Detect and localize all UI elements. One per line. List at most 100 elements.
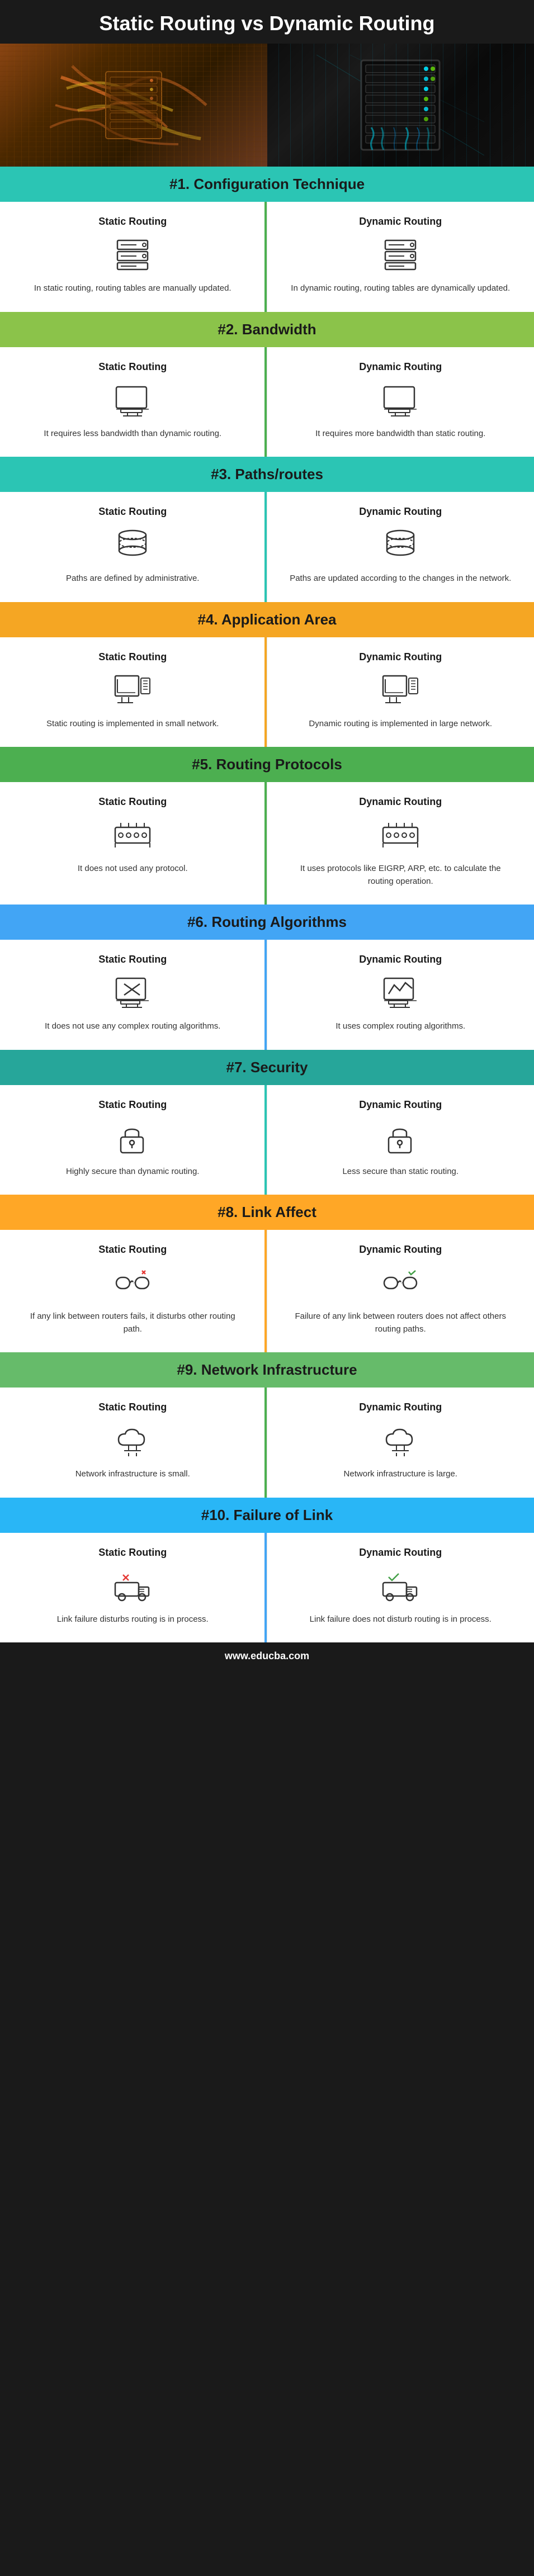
section-title-4: #4. Application Area	[11, 611, 523, 628]
dynamic-icon-5	[378, 816, 423, 855]
static-title-5: Static Routing	[98, 796, 167, 808]
hero-image-right	[267, 44, 534, 167]
static-text-3: Paths are defined by administrative.	[66, 572, 199, 585]
dynamic-text-3: Paths are updated according to the chang…	[290, 572, 511, 585]
comparison-row-5: Static Routing	[0, 782, 534, 905]
dynamic-col-9: Dynamic Routing Network infrastructure i…	[267, 1388, 534, 1498]
comparison-row-3: Static Routing Paths are defined by admi…	[0, 492, 534, 602]
comparison-row-9: Static Routing Network infrastructure is…	[0, 1388, 534, 1498]
static-col-2: Static Routing It requires less bandwidt…	[0, 347, 267, 457]
static-title-9: Static Routing	[98, 1401, 167, 1413]
dynamic-title-6: Dynamic Routing	[359, 954, 442, 965]
section-header-7: #7. Security	[0, 1050, 534, 1085]
section-header-8: #8. Link Affect	[0, 1195, 534, 1230]
section-title-9: #9. Network Infrastructure	[11, 1361, 523, 1379]
divider-5	[264, 782, 267, 905]
dynamic-icon-4	[378, 671, 423, 710]
static-icon-10	[110, 1566, 155, 1606]
static-col-8: Static Routing If any link between route…	[0, 1230, 267, 1352]
dynamic-title-3: Dynamic Routing	[359, 506, 442, 518]
static-text-4: Static routing is implemented in small n…	[46, 718, 219, 731]
section-4: #4. Application Area Static Routing	[0, 602, 534, 747]
dynamic-col-7: Dynamic Routing Less secure than static …	[267, 1085, 534, 1195]
static-icon-8	[110, 1263, 155, 1303]
static-title-3: Static Routing	[98, 506, 167, 518]
static-text-9: Network infrastructure is small.	[75, 1468, 190, 1481]
dynamic-text-4: Dynamic routing is implemented in large …	[309, 718, 492, 731]
static-col-3: Static Routing Paths are defined by admi…	[0, 492, 267, 602]
static-text-7: Highly secure than dynamic routing.	[66, 1166, 199, 1178]
static-col-4: Static Routing	[0, 637, 267, 747]
divider-7	[264, 1085, 267, 1195]
dynamic-col-3: Dynamic Routing Paths are updated accord…	[267, 492, 534, 602]
dynamic-text-2: It requires more bandwidth than static r…	[315, 428, 485, 441]
dynamic-icon-8	[378, 1263, 423, 1303]
dynamic-title-8: Dynamic Routing	[359, 1244, 442, 1256]
static-text-8: If any link between routers fails, it di…	[22, 1310, 243, 1336]
static-icon-7	[110, 1119, 155, 1158]
section-title-5: #5. Routing Protocols	[11, 756, 523, 773]
dynamic-col-1: Dynamic Routing In dynamic routing, rout…	[267, 202, 534, 312]
comparison-row-10: Static Routing Link fa	[0, 1533, 534, 1643]
divider-1	[264, 202, 267, 312]
section-header-4: #4. Application Area	[0, 602, 534, 637]
static-col-9: Static Routing Network infrastructure is…	[0, 1388, 267, 1498]
static-col-5: Static Routing	[0, 782, 267, 905]
section-header-6: #6. Routing Algorithms	[0, 905, 534, 940]
section-9: #9. Network Infrastructure Static Routin…	[0, 1352, 534, 1498]
page-title: Static Routing vs Dynamic Routing	[22, 11, 512, 35]
divider-6	[264, 940, 267, 1050]
static-title-6: Static Routing	[98, 954, 167, 965]
static-col-1: Static Routing In static routing, routin…	[0, 202, 267, 312]
divider-3	[264, 492, 267, 602]
static-icon-4	[110, 671, 155, 710]
section-10: #10. Failure of Link Static Routing	[0, 1498, 534, 1643]
dynamic-title-7: Dynamic Routing	[359, 1099, 442, 1111]
divider-10	[264, 1533, 267, 1643]
dynamic-text-9: Network infrastructure is large.	[344, 1468, 457, 1481]
dynamic-col-5: Dynamic Routing	[267, 782, 534, 905]
dynamic-text-8: Failure of any link between routers does…	[290, 1310, 512, 1336]
dynamic-icon-10	[378, 1566, 423, 1606]
static-title-8: Static Routing	[98, 1244, 167, 1256]
dynamic-col-8: Dynamic Routing Failure of any link betw…	[267, 1230, 534, 1352]
dynamic-col-2: Dynamic Routing It requires more bandwid…	[267, 347, 534, 457]
section-6: #6. Routing Algorithms Static Routing	[0, 905, 534, 1050]
comparison-row-8: Static Routing If any link between route…	[0, 1230, 534, 1352]
dynamic-text-6: It uses complex routing algorithms.	[335, 1020, 465, 1033]
section-2: #2. Bandwidth Static Routing It requires	[0, 312, 534, 457]
section-8: #8. Link Affect Static Routing	[0, 1195, 534, 1352]
dynamic-icon-3	[378, 525, 423, 565]
dynamic-col-4: Dynamic Routing	[267, 637, 534, 747]
section-7: #7. Security Static Routing Highly secur…	[0, 1050, 534, 1195]
dynamic-icon-7	[378, 1119, 423, 1158]
static-title-4: Static Routing	[98, 651, 167, 663]
footer: www.educba.com	[0, 1642, 534, 1670]
dynamic-title-5: Dynamic Routing	[359, 796, 442, 808]
static-col-10: Static Routing Link fa	[0, 1533, 267, 1643]
section-1: #1. Configuration Technique Static Routi…	[0, 167, 534, 312]
section-header-1: #1. Configuration Technique	[0, 167, 534, 202]
dynamic-title-1: Dynamic Routing	[359, 216, 442, 228]
static-text-6: It does not use any complex routing algo…	[45, 1020, 220, 1033]
dynamic-text-10: Link failure does not disturb routing is…	[310, 1613, 492, 1626]
comparison-row-2: Static Routing It requires less bandwidt…	[0, 347, 534, 457]
section-title-8: #8. Link Affect	[11, 1204, 523, 1221]
dynamic-icon-6	[378, 973, 423, 1012]
divider-4	[264, 637, 267, 747]
dynamic-title-4: Dynamic Routing	[359, 651, 442, 663]
main-container: Static Routing vs Dynamic Routing	[0, 0, 534, 1670]
hero-image	[0, 44, 534, 167]
static-icon-6	[110, 973, 155, 1012]
static-text-1: In static routing, routing tables are ma…	[34, 282, 231, 295]
static-text-10: Link failure disturbs routing is in proc…	[57, 1613, 209, 1626]
static-icon-1	[110, 235, 155, 274]
section-header-9: #9. Network Infrastructure	[0, 1352, 534, 1388]
static-icon-9	[110, 1421, 155, 1460]
dynamic-icon-9	[378, 1421, 423, 1460]
divider-8	[264, 1230, 267, 1352]
section-header-5: #5. Routing Protocols	[0, 747, 534, 782]
static-title-7: Static Routing	[98, 1099, 167, 1111]
dynamic-col-6: Dynamic Routing It uses complex routing …	[267, 940, 534, 1050]
dynamic-title-10: Dynamic Routing	[359, 1547, 442, 1559]
